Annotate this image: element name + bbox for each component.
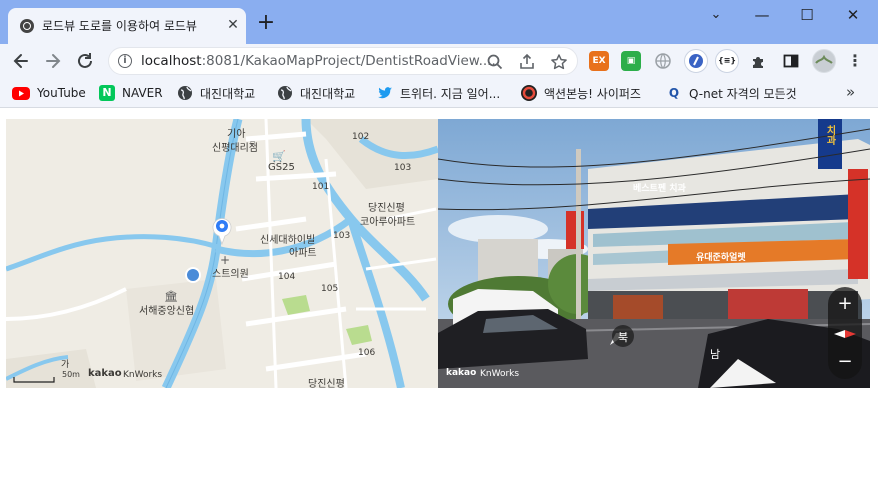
title-bar: 로드뷰 도로를 이용하여 로드뷰 ✕ + ⌄ — ☐ ✕ — [0, 0, 878, 44]
kakao-map[interactable]: 기아 신평대리점 GS25 102 101 103 당진신평 코아루아파트 신세… — [6, 119, 438, 388]
bookmark-daejin-1[interactable]: 대진대학교 — [177, 83, 255, 103]
map-label-coaru: 코아루아파트 — [360, 217, 416, 228]
more-bookmarks-icon[interactable]: » — [846, 83, 855, 101]
bookmark-daejin-2[interactable]: 대진대학교 — [277, 83, 355, 103]
roadview-kakao-logo: kakao — [446, 368, 477, 378]
side-panel-icon[interactable] — [781, 51, 801, 71]
globe-icon — [277, 85, 293, 101]
bookmark-label: Q-net 자격의 모든것 — [689, 86, 797, 101]
shop-icon: ▫ — [250, 138, 256, 147]
qnet-icon: Q — [668, 86, 680, 100]
map-label-gs25: GS25 — [268, 162, 295, 173]
roadview-attribution: KnWorks — [480, 369, 520, 379]
roadview-controls: + − — [828, 287, 862, 379]
tab-close-icon[interactable]: ✕ — [224, 16, 242, 34]
bookmark-twitter[interactable]: 트위터. 지금 일어... — [377, 83, 500, 103]
close-window-button[interactable]: ✕ — [838, 4, 868, 26]
compass-icon[interactable] — [828, 319, 862, 349]
site-info-icon[interactable]: i — [118, 54, 132, 68]
map-label-building-103b: 103 — [333, 231, 351, 241]
extension-screen-icon[interactable]: ▣ — [621, 51, 641, 71]
bookmark-qnet[interactable]: Q Q-net 자격의 모든것 — [666, 83, 797, 103]
maximize-button[interactable]: ☐ — [792, 4, 822, 26]
globe-icon — [20, 19, 34, 33]
zoom-out-button[interactable]: − — [828, 347, 862, 377]
bookmark-youtube[interactable]: YouTube — [12, 83, 86, 103]
location-marker-icon[interactable] — [211, 215, 233, 246]
browser-tab[interactable]: 로드뷰 도로를 이용하여 로드뷰 ✕ — [8, 8, 246, 44]
bookmark-label: NAVER — [122, 86, 163, 100]
bookmark-label: 대진대학교 — [200, 86, 256, 101]
twitter-icon — [377, 85, 393, 101]
naver-icon: N — [99, 85, 115, 101]
bookmark-label: 대진대학교 — [300, 86, 356, 101]
map-label-ga: 가 — [61, 360, 70, 370]
map-label-building-102: 102 — [352, 132, 370, 142]
url-path: :8081/KakaoMapProject/DentistRoadView...… — [201, 53, 496, 69]
forward-icon[interactable] — [40, 48, 66, 74]
map-scale-label: 50m — [62, 370, 80, 379]
map-label-building-104: 104 — [278, 272, 296, 282]
clinic-cross-icon: + — [220, 253, 231, 267]
map-kakao-logo: kakao — [88, 368, 122, 379]
tab-search-dropdown-icon[interactable]: ⌄ — [701, 4, 731, 26]
map-label-building-105: 105 — [321, 284, 339, 294]
map-label-kia: 기아 — [227, 129, 246, 140]
bookmark-cyphers[interactable]: 액션본능! 사이퍼즈 — [521, 83, 641, 103]
map-label-danjin-1: 당진신평 — [368, 203, 405, 214]
roadview-canvas — [438, 119, 870, 388]
bookmark-star-icon[interactable] — [549, 52, 569, 72]
youtube-icon — [12, 86, 30, 100]
bus-stop-icon[interactable] — [185, 267, 201, 283]
zoom-in-button[interactable]: + — [828, 289, 862, 319]
map-label-apt: 아파트 — [289, 248, 317, 259]
roadview-north-label: 북 — [617, 331, 629, 344]
bookmark-naver[interactable]: N NAVER — [99, 83, 163, 103]
new-tab-button[interactable]: + — [254, 12, 278, 36]
tab-title: 로드뷰 도로를 이용하여 로드뷰 — [42, 19, 197, 33]
kakao-roadview[interactable]: 베스트펜 치과 유대준하얼렛 치과 북 남 + − kakao KnWorks — [438, 119, 870, 388]
zoom-icon[interactable] — [485, 52, 505, 72]
page-content: 기아 신평대리점 GS25 102 101 103 당진신평 코아루아파트 신세… — [0, 108, 878, 484]
address-bar[interactable]: i localhost:8081/KakaoMapProject/Dentist… — [108, 47, 578, 75]
roadview-sign-dentist: 베스트펜 치과 — [633, 184, 686, 194]
roadview-north-button[interactable]: 북 — [612, 325, 634, 347]
extension-ex-icon[interactable]: EX — [589, 51, 609, 71]
roadview-sign-mart: 유대준하얼렛 — [696, 253, 746, 263]
map-label-clinic: 스트의원 — [212, 269, 249, 280]
extension-json-icon[interactable]: {≡} — [715, 49, 739, 73]
map-label-building-101: 101 — [312, 182, 330, 192]
globe-icon — [177, 85, 193, 101]
map-label-church: 서해중앙신협 — [139, 306, 195, 317]
convenience-store-icon: 🛒 — [272, 150, 286, 163]
minimize-button[interactable]: — — [747, 4, 777, 26]
back-icon[interactable] — [8, 48, 34, 74]
extensions-puzzle-icon[interactable] — [749, 51, 769, 71]
map-label-building-103: 103 — [394, 163, 412, 173]
browser-menu-icon[interactable]: ⋮ — [845, 51, 865, 71]
roadview-south-button[interactable]: 남 — [710, 343, 720, 362]
reload-icon[interactable] — [72, 48, 98, 74]
url-text: localhost:8081/KakaoMapProject/DentistRo… — [141, 53, 501, 69]
cyphers-icon — [521, 85, 537, 101]
roadview-sign-vertical: 치과 — [824, 125, 835, 145]
browser-toolbar: i localhost:8081/KakaoMapProject/Dentist… — [0, 44, 878, 78]
share-icon[interactable] — [517, 52, 537, 72]
extension-circle-icon[interactable] — [684, 49, 708, 73]
map-label-danjin-2: 당진신평 — [308, 379, 345, 388]
bookmarks-bar: YouTube N NAVER 대진대학교 대진대학교 트위터. 지금 일어..… — [0, 78, 878, 108]
bank-icon: 🏛 — [164, 290, 178, 303]
map-attribution: KnWorks — [123, 370, 163, 380]
roadview-south-label: 남 — [710, 348, 721, 361]
bookmark-label: 액션본능! 사이퍼즈 — [544, 86, 641, 101]
url-host: localhost — [141, 53, 202, 69]
map-label-building-106: 106 — [358, 348, 376, 358]
bookmark-label: YouTube — [37, 86, 86, 100]
extension-globe-icon[interactable] — [653, 51, 673, 71]
bookmark-label: 트위터. 지금 일어... — [400, 86, 501, 101]
profile-avatar[interactable] — [812, 49, 836, 73]
